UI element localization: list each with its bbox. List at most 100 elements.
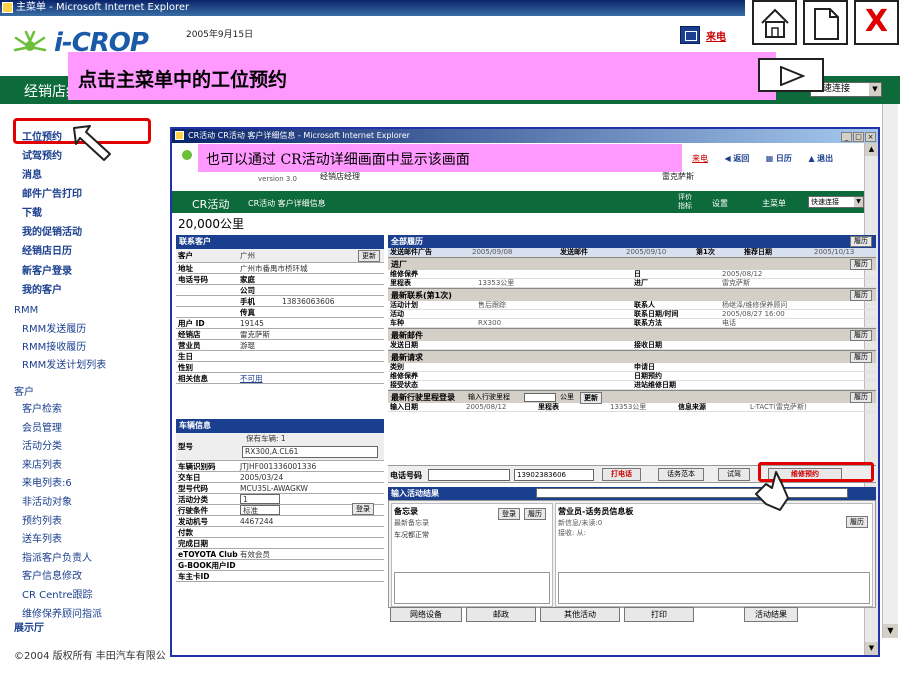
sidebar-item[interactable]: 试驾预约 xyxy=(22,147,62,162)
close-button[interactable]: X xyxy=(854,0,899,45)
latest-request-history-button[interactable]: 履历 xyxy=(850,352,872,363)
sidebar-item-customer[interactable]: 非活动对象 xyxy=(22,493,72,508)
test-drive-button[interactable]: 试驾 xyxy=(718,468,750,481)
popup-title-text: CR活动 CR活动 客户详细信息 - Microsoft Internet Ex… xyxy=(188,131,410,140)
sidebar-item-customer[interactable]: 客户检索 xyxy=(22,400,62,415)
board-history-button[interactable]: 履历 xyxy=(846,516,868,528)
field-value: 4467244 xyxy=(240,517,274,526)
sidebar-item-customer[interactable]: 指派客户负责人 xyxy=(22,549,92,564)
sidebar-item-customer[interactable]: 预约列表 xyxy=(22,512,62,527)
field-sub-label: 手机 xyxy=(240,297,255,306)
logout-link[interactable]: ▲ 退出 xyxy=(808,154,833,163)
sidebar-item[interactable]: 邮件广告打印 xyxy=(22,185,82,200)
latest-contact-title: 最新联系(第1次) xyxy=(391,291,452,300)
latest-mail-history-button[interactable]: 履历 xyxy=(850,330,872,341)
home-icon xyxy=(761,8,789,38)
sidebar-item-customer[interactable]: 活动分类 xyxy=(22,437,62,452)
sidebar-item-customer[interactable]: CR Centre跟踪 xyxy=(22,586,93,601)
document-button[interactable] xyxy=(803,0,848,45)
entry-history-button[interactable]: 履历 xyxy=(850,259,872,270)
back-link[interactable]: ◀ 返回 xyxy=(725,154,750,163)
latest-contact-history-button[interactable]: 履历 xyxy=(850,290,872,301)
vehicle-row: 付款 xyxy=(176,527,384,538)
popup-indicator-link[interactable]: 评价 指标 xyxy=(678,193,692,211)
sidebar-item[interactable]: 消息 xyxy=(22,166,42,181)
drive-input[interactable] xyxy=(524,393,556,402)
latest-request-row: 维修保养 日期预约 xyxy=(388,372,876,381)
sidebar-item-customer[interactable]: 来店列表 xyxy=(22,456,62,471)
sidebar-item[interactable]: 我的促销活动 xyxy=(22,223,82,238)
field-label: 输入日期 xyxy=(390,403,418,411)
call-button[interactable]: 打电话 xyxy=(602,468,641,481)
sidebar-item[interactable]: 新客户登录 xyxy=(22,262,72,277)
hand-cursor-icon xyxy=(755,471,789,511)
field-label: 联系人 xyxy=(634,301,655,309)
popup-main-menu-link[interactable]: 主菜单 xyxy=(762,198,786,209)
popup-top-links: 来电 ◀ 返回 ▦ 日历 ▲ 退出 xyxy=(692,153,847,164)
ie-window-title: 主菜单 - Microsoft Internet Explorer xyxy=(0,0,745,16)
phone-label: 电话号码 xyxy=(390,471,422,480)
bottom-button[interactable]: 邮政 xyxy=(466,607,536,622)
window-controls: _ □ × xyxy=(840,130,876,144)
field-value[interactable]: 不可用 xyxy=(240,373,263,384)
bottom-button[interactable]: 打印 xyxy=(624,607,694,622)
close-icon: X xyxy=(864,4,889,39)
popup-quick-link-select[interactable]: 快速连接 xyxy=(808,196,864,208)
sidebar-item-customer[interactable]: 来电列表:6 xyxy=(22,474,72,489)
field-label: 进站维修日期 xyxy=(634,381,676,389)
memo-textarea[interactable] xyxy=(394,572,550,604)
sidebar-section-showroom[interactable]: 展示厅 xyxy=(14,619,44,634)
drive-row: 输入日期 2005/08/12 里程表 13353公里 信息来源 L-TACT(雷克萨斯) xyxy=(388,403,876,412)
field-value: L-TACT(雷克萨斯) xyxy=(750,403,807,411)
entry-row: 维修保养 日 2005/08/12 xyxy=(388,270,876,279)
field-label: 电话号码 xyxy=(178,275,208,284)
popup-settings-link[interactable]: 设置 xyxy=(712,198,728,209)
incoming-call-link[interactable]: 来电 xyxy=(706,28,726,43)
field-label: eTOYOTA Club xyxy=(178,550,238,559)
bottom-button[interactable]: 其他活动 xyxy=(540,607,620,622)
activity-section-head: 输入活动结果 xyxy=(388,487,876,500)
vehicle-rows: 车辆识别码 JTJHF001336001336 交车日 2005/03/24 型号代码 M… xyxy=(176,461,384,582)
close-icon[interactable]: × xyxy=(865,132,876,142)
next-slide-button[interactable] xyxy=(758,58,824,92)
sidebar-item[interactable]: 我的客户 xyxy=(22,281,62,296)
drive-history-button[interactable]: 履历 xyxy=(850,392,872,403)
field-value[interactable]: 标准 xyxy=(240,505,280,515)
vehicle-row: G-BOOK用户ID xyxy=(176,560,384,571)
contact-row: 生日 xyxy=(176,351,384,362)
sidebar-item-customer[interactable]: 送车列表 xyxy=(22,530,62,545)
sidebar-item-rmm[interactable]: RMM发送履历 xyxy=(22,320,86,335)
board-textarea[interactable] xyxy=(558,572,870,604)
bottom-button[interactable]: 网络设备 xyxy=(390,607,462,622)
contact-row: 电话号码 家庭 xyxy=(176,274,384,285)
sidebar-item[interactable]: 工位预约 xyxy=(22,128,62,143)
sidebar-item[interactable]: 经销店日历 xyxy=(22,242,72,257)
field-label: 性别 xyxy=(178,363,193,372)
sidebar-item-rmm[interactable]: RMM接收履历 xyxy=(22,338,86,353)
outer-scrollbar[interactable] xyxy=(882,104,898,638)
contact-update-button[interactable]: 更新 xyxy=(358,250,380,262)
phone-number-select[interactable]: 13902383606 xyxy=(514,469,594,481)
history-button[interactable]: 履历 xyxy=(850,236,872,247)
memo-history-button[interactable]: 履历 xyxy=(524,508,546,520)
owned-vehicles: 保有车辆: 1 xyxy=(246,434,286,443)
popup-incoming-call-link[interactable]: 来电 xyxy=(692,154,708,163)
sidebar-item[interactable]: 下载 xyxy=(22,204,42,219)
incoming-call-icon[interactable] xyxy=(680,26,700,44)
maximize-icon[interactable]: □ xyxy=(853,132,864,142)
memo-register-button[interactable]: 登录 xyxy=(498,508,520,520)
home-button[interactable] xyxy=(752,0,797,45)
minimize-icon[interactable]: _ xyxy=(841,132,852,142)
vehicle-model-select[interactable]: RX300,A.CL61 xyxy=(242,446,378,458)
script-button[interactable]: 话务范本 xyxy=(658,468,704,481)
sidebar-item-rmm[interactable]: RMM发送计划列表 xyxy=(22,356,106,371)
field-label: 生日 xyxy=(178,352,193,361)
field-value[interactable]: 1 xyxy=(240,494,280,504)
sidebar-item-customer[interactable]: 会员管理 xyxy=(22,419,62,434)
contact-section-head: 联系客户 xyxy=(176,235,384,249)
calendar-link[interactable]: ▦ 日历 xyxy=(766,154,792,163)
vehicle-register-button[interactable]: 登录 xyxy=(352,503,374,515)
sidebar-item-customer[interactable]: 维修保养顾问指派 xyxy=(22,605,102,620)
bottom-button[interactable]: 活动结果 xyxy=(744,607,798,622)
sidebar-item-customer[interactable]: 客户信息修改 xyxy=(22,567,82,582)
